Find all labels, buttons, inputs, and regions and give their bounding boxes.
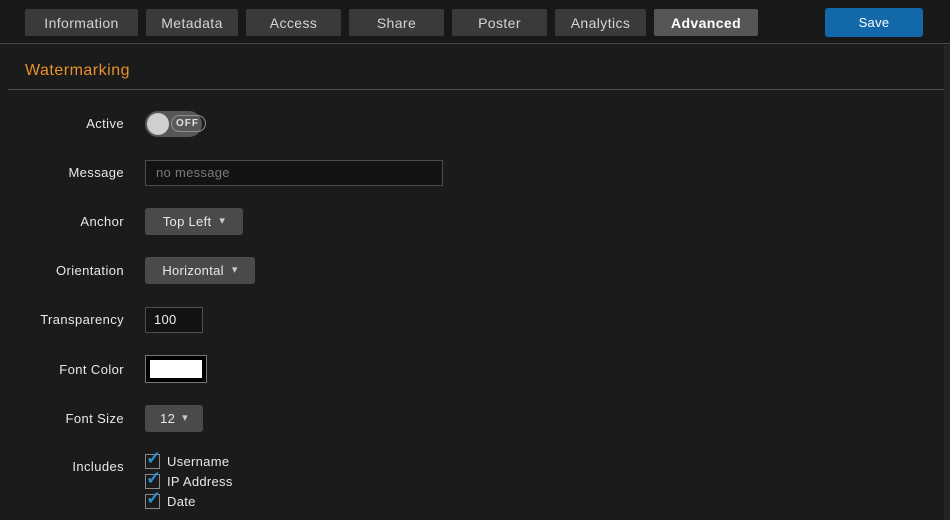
tab-share[interactable]: Share bbox=[349, 9, 444, 36]
form-row-includes: Includes ✓ Username ✓ IP Address bbox=[0, 454, 950, 509]
anchor-label: Anchor bbox=[0, 214, 124, 229]
save-button[interactable]: Save bbox=[825, 8, 923, 37]
form-row-font-size: Font Size 12 ▾ bbox=[0, 405, 950, 432]
includes-label: Includes bbox=[0, 454, 124, 474]
checkbox-checked-icon[interactable]: ✓ bbox=[145, 494, 160, 509]
font-color-swatch bbox=[150, 360, 202, 378]
font-color-label: Font Color bbox=[0, 362, 124, 377]
watermarking-form: Active OFF Message Anchor Top Left ▾ bbox=[0, 110, 950, 509]
scrollbar[interactable] bbox=[944, 45, 950, 520]
message-input[interactable] bbox=[145, 160, 443, 186]
include-option-date[interactable]: ✓ Date bbox=[145, 494, 233, 509]
tab-advanced[interactable]: Advanced bbox=[654, 9, 758, 36]
font-size-label: Font Size bbox=[0, 411, 124, 426]
toggle-knob-icon bbox=[147, 113, 169, 135]
tab-metadata[interactable]: Metadata bbox=[146, 9, 238, 36]
form-row-font-color: Font Color bbox=[0, 355, 950, 383]
transparency-input[interactable] bbox=[145, 307, 203, 333]
check-icon: ✓ bbox=[146, 489, 161, 507]
active-label: Active bbox=[0, 116, 124, 131]
include-option-label: IP Address bbox=[167, 474, 233, 489]
transparency-label: Transparency bbox=[0, 312, 124, 327]
check-icon: ✓ bbox=[146, 449, 161, 467]
form-row-transparency: Transparency bbox=[0, 306, 950, 333]
tab-analytics[interactable]: Analytics bbox=[555, 9, 646, 36]
check-icon: ✓ bbox=[146, 469, 161, 487]
tab-access[interactable]: Access bbox=[246, 9, 341, 36]
font-size-dropdown[interactable]: 12 ▾ bbox=[145, 405, 203, 432]
form-row-active: Active OFF bbox=[0, 110, 950, 137]
orientation-label: Orientation bbox=[0, 263, 124, 278]
tab-poster[interactable]: Poster bbox=[452, 9, 547, 36]
orientation-dropdown[interactable]: Horizontal ▾ bbox=[145, 257, 255, 284]
form-row-anchor: Anchor Top Left ▾ bbox=[0, 208, 950, 235]
chevron-down-icon: ▾ bbox=[232, 265, 238, 276]
checkbox-checked-icon[interactable]: ✓ bbox=[145, 474, 160, 489]
chevron-down-icon: ▾ bbox=[219, 216, 225, 227]
includes-checkbox-list: ✓ Username ✓ IP Address ✓ D bbox=[145, 454, 233, 509]
tab-bar: Information Metadata Access Share Poster… bbox=[0, 0, 950, 44]
advanced-settings-panel: Watermarking Active OFF Message Anchor T… bbox=[0, 61, 950, 509]
message-label: Message bbox=[0, 165, 124, 180]
form-row-message: Message bbox=[0, 159, 950, 186]
include-option-label: Date bbox=[167, 494, 196, 509]
font-color-picker[interactable] bbox=[145, 355, 207, 383]
font-size-selected-value: 12 bbox=[160, 411, 175, 426]
toggle-state-label: OFF bbox=[171, 115, 206, 132]
orientation-selected-value: Horizontal bbox=[162, 263, 224, 278]
form-row-orientation: Orientation Horizontal ▾ bbox=[0, 257, 950, 284]
include-option-ip-address[interactable]: ✓ IP Address bbox=[145, 474, 233, 489]
anchor-dropdown[interactable]: Top Left ▾ bbox=[145, 208, 243, 235]
anchor-selected-value: Top Left bbox=[163, 214, 212, 229]
tab-information[interactable]: Information bbox=[25, 9, 138, 36]
include-option-username[interactable]: ✓ Username bbox=[145, 454, 233, 469]
section-divider bbox=[8, 89, 944, 90]
tab-nav: Information Metadata Access Share Poster… bbox=[0, 0, 758, 36]
section-title: Watermarking bbox=[25, 61, 950, 81]
include-option-label: Username bbox=[167, 454, 229, 469]
chevron-down-icon: ▾ bbox=[182, 413, 188, 424]
checkbox-checked-icon[interactable]: ✓ bbox=[145, 454, 160, 469]
active-toggle[interactable]: OFF bbox=[145, 111, 202, 137]
